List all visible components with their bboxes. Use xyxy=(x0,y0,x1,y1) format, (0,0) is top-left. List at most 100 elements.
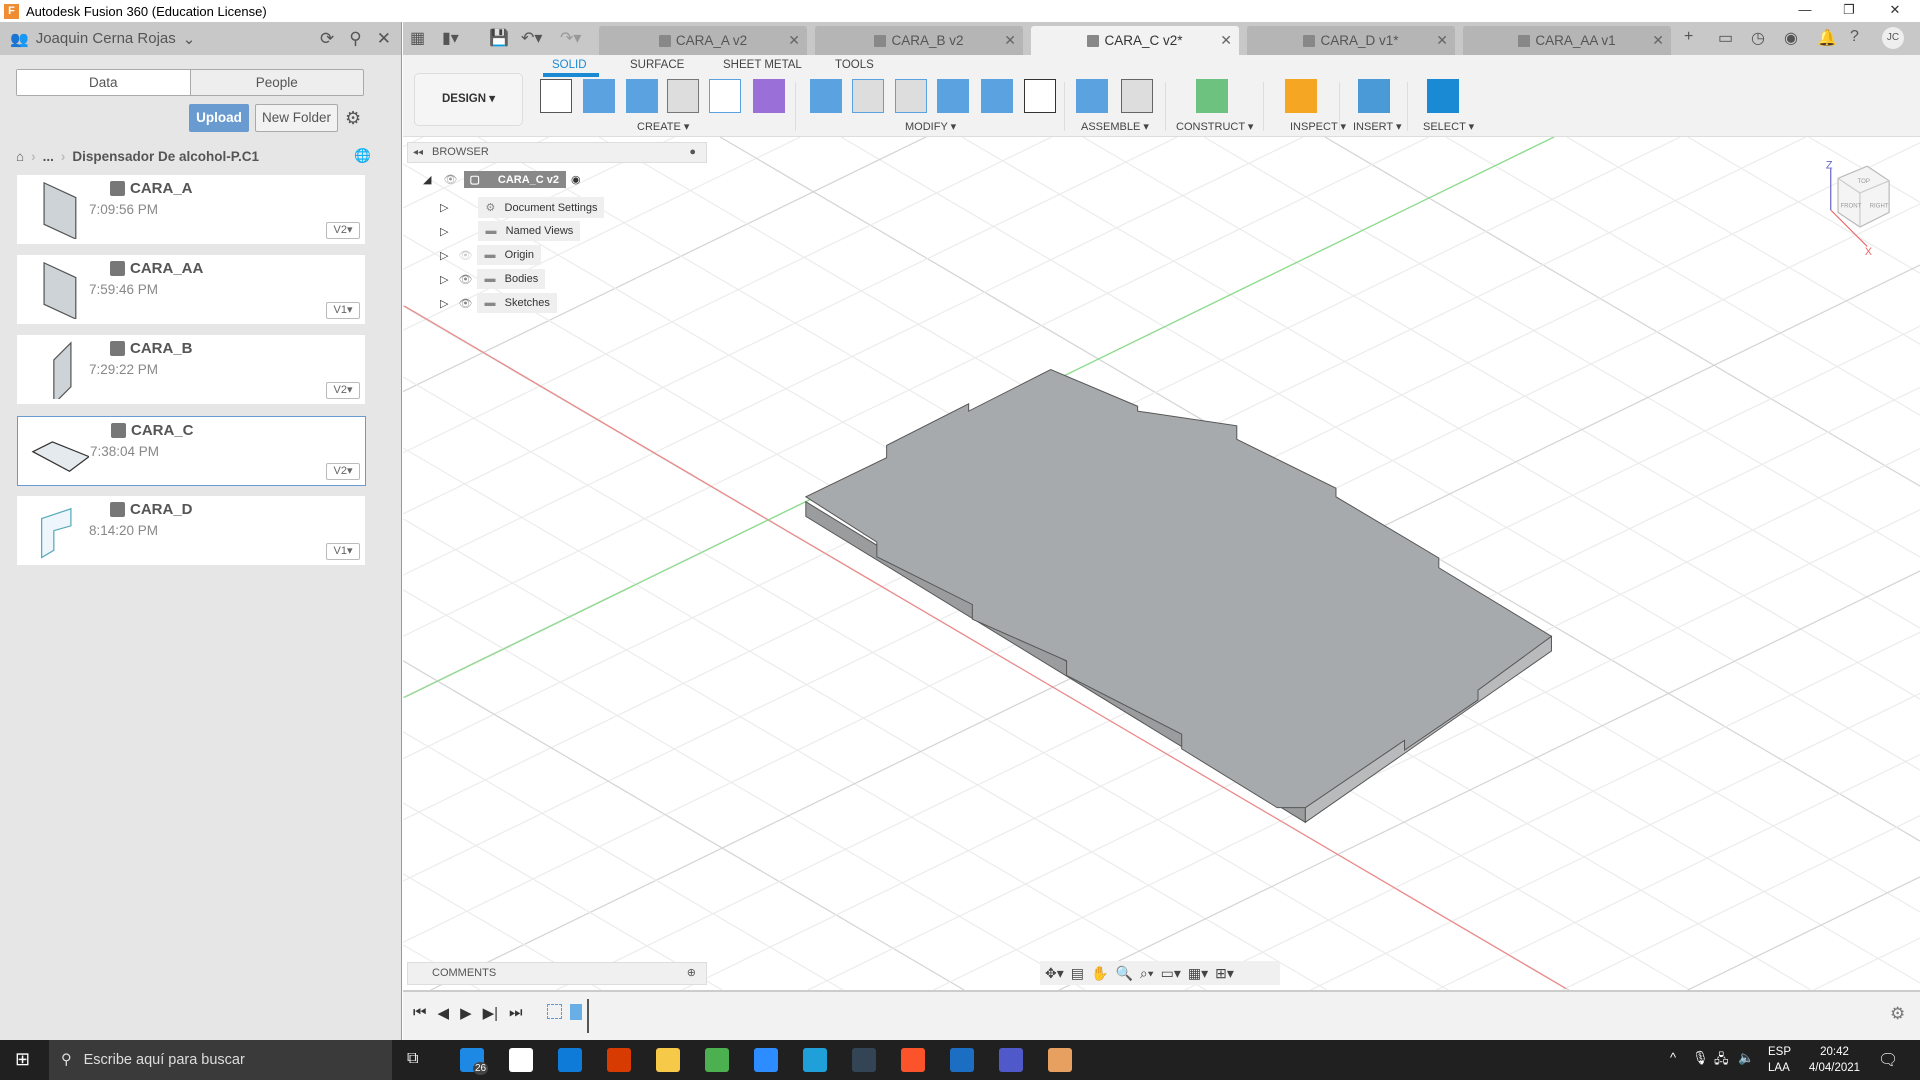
apps-grid-icon[interactable]: ▦ xyxy=(410,28,425,48)
tray-chevron-icon[interactable]: ^ xyxy=(1670,1050,1676,1065)
pan-icon[interactable]: ✋ xyxy=(1091,965,1108,982)
microphone-icon[interactable]: 🎙 xyxy=(1692,1050,1709,1066)
document-tab[interactable]: CARA_B v2 ✕ xyxy=(815,26,1023,55)
close-tab-icon[interactable]: ✕ xyxy=(1436,32,1448,49)
browser-root-node[interactable]: ◢ 👁 ▢ CARA_C v2 ◉ xyxy=(423,171,581,188)
measure-icon[interactable] xyxy=(1285,79,1317,113)
file-menu-icon[interactable]: ▮▾ xyxy=(442,28,459,48)
comments-panel[interactable]: COMMENTS ⊕ xyxy=(407,962,707,985)
close-tab-icon[interactable]: ✕ xyxy=(1004,32,1016,49)
sketch-icon[interactable] xyxy=(540,79,572,113)
mail-icon[interactable] xyxy=(558,1048,582,1072)
add-comment-icon[interactable]: ⊕ xyxy=(687,963,696,984)
fillet-icon[interactable] xyxy=(852,79,884,113)
step-back-icon[interactable]: ◀ xyxy=(438,1004,450,1022)
tab-surface[interactable]: SURFACE xyxy=(630,59,684,71)
inspect-menu[interactable]: INSPECT ▾ xyxy=(1290,120,1346,133)
expand-triangle-icon[interactable]: ▷ xyxy=(440,201,448,214)
file-card[interactable]: CARA_C 7:38:04 PM V2▾ xyxy=(17,415,366,486)
app-icon[interactable] xyxy=(852,1048,876,1072)
pin-icon[interactable]: ● xyxy=(689,143,696,162)
eye-icon[interactable]: 👁 xyxy=(458,249,472,262)
action-center-icon[interactable]: 🗨 xyxy=(1878,1050,1898,1070)
office-icon[interactable] xyxy=(607,1048,631,1072)
task-view-icon[interactable]: ⧉ xyxy=(407,1050,418,1068)
search-icon[interactable]: ⚲ xyxy=(349,29,361,49)
fit-icon[interactable]: ⌕▾ xyxy=(1140,965,1154,982)
version-dropdown[interactable]: V2▾ xyxy=(326,222,360,239)
shell-icon[interactable] xyxy=(895,79,927,113)
taskbar-search[interactable]: ⚲ Escribe aquí para buscar xyxy=(49,1040,392,1080)
replace-face-icon[interactable] xyxy=(981,79,1013,113)
zoom-icon[interactable] xyxy=(754,1048,778,1072)
extensions-icon[interactable]: ◷ xyxy=(1751,28,1765,48)
fusion-360-icon[interactable] xyxy=(1048,1048,1072,1072)
look-at-icon[interactable]: ▤ xyxy=(1071,965,1084,982)
refresh-icon[interactable]: ⟳ xyxy=(320,29,334,49)
combine-icon[interactable] xyxy=(937,79,969,113)
file-card[interactable]: CARA_A 7:09:56 PM V2▾ xyxy=(17,175,365,244)
timeline-settings-icon[interactable]: ⚙ xyxy=(1890,1004,1905,1024)
collapse-icon[interactable]: ◂◂ xyxy=(413,143,423,162)
expand-triangle-icon[interactable]: ▷ xyxy=(440,225,448,238)
expand-triangle-icon[interactable]: ▷ xyxy=(440,249,448,262)
eye-icon[interactable]: 👁 xyxy=(458,297,472,310)
user-dropdown[interactable]: Joaquin Cerna Rojas xyxy=(36,30,176,47)
restore-button[interactable]: ❐ xyxy=(1827,0,1871,22)
extrude-feature-icon[interactable] xyxy=(570,1004,582,1020)
joint-icon[interactable] xyxy=(1121,79,1153,113)
grid-settings-icon[interactable]: ▦▾ xyxy=(1188,965,1208,982)
browser-node[interactable]: ▷ 👁 ▬ Sketches xyxy=(440,293,557,313)
save-icon[interactable]: 💾 xyxy=(489,28,509,48)
browser-panel-header[interactable]: ◂◂ BROWSER ● xyxy=(407,142,707,163)
document-tab[interactable]: CARA_D v1* ✕ xyxy=(1247,26,1455,55)
file-card[interactable]: CARA_B 7:29:22 PM V2▾ xyxy=(17,335,365,405)
close-tab-icon[interactable]: ✕ xyxy=(788,32,800,49)
teams-icon[interactable] xyxy=(999,1048,1023,1072)
new-tab-icon[interactable]: + xyxy=(1684,28,1693,46)
close-tab-icon[interactable]: ✕ xyxy=(1220,32,1232,49)
chevron-down-icon[interactable]: ⌄ xyxy=(183,30,196,48)
photos-icon[interactable] xyxy=(950,1048,974,1072)
play-icon[interactable]: ▶ xyxy=(460,1004,472,1022)
online-icon[interactable]: ◉ xyxy=(1784,28,1798,48)
timeline-marker[interactable] xyxy=(587,999,589,1033)
eye-icon[interactable]: 👁 xyxy=(443,173,457,186)
display-settings-icon[interactable]: ▭▾ xyxy=(1161,965,1181,982)
extrude-icon[interactable] xyxy=(583,79,615,113)
new-component-icon[interactable] xyxy=(1076,79,1108,113)
version-dropdown[interactable]: V2▾ xyxy=(326,462,360,480)
tab-solid[interactable]: SOLID xyxy=(552,59,587,71)
viewports-icon[interactable]: ⊞▾ xyxy=(1215,965,1234,982)
eye-icon[interactable]: 👁 xyxy=(458,273,472,286)
select-icon[interactable] xyxy=(1427,79,1459,113)
tab-tools[interactable]: TOOLS xyxy=(835,59,874,71)
tab-data[interactable]: Data xyxy=(17,70,191,95)
browser-node[interactable]: ▷ 👁 ▬ Origin xyxy=(440,245,541,265)
minimize-button[interactable]: — xyxy=(1783,0,1827,22)
expand-triangle-icon[interactable]: ▷ xyxy=(440,273,448,286)
activate-radio-icon[interactable]: ◉ xyxy=(571,173,581,186)
canvas-scene[interactable] xyxy=(403,137,1920,990)
globe-icon[interactable]: 🌐 xyxy=(354,148,371,164)
network-icon[interactable]: 🖧 xyxy=(1714,1050,1729,1072)
offset-plane-icon[interactable] xyxy=(1196,79,1228,113)
file-card[interactable]: CARA_D 8:14:20 PM V1▾ xyxy=(17,495,365,565)
windows-start-icon[interactable]: ⊞ xyxy=(15,1049,30,1070)
home-icon[interactable]: ⌂ xyxy=(16,149,24,164)
form-icon[interactable] xyxy=(753,79,785,113)
create-menu[interactable]: CREATE ▾ xyxy=(637,120,689,133)
document-tab[interactable]: CARA_C v2* ✕ xyxy=(1031,26,1239,55)
version-dropdown[interactable]: V1▾ xyxy=(326,542,360,560)
file-card[interactable]: CARA_AA 7:59:46 PM V1▾ xyxy=(17,255,365,325)
tab-people[interactable]: People xyxy=(191,70,364,95)
close-tab-icon[interactable]: ✕ xyxy=(1652,32,1664,49)
clock[interactable]: 20:42 4/04/2021 xyxy=(1805,1044,1864,1076)
job-status-icon[interactable]: ▭ xyxy=(1718,28,1733,48)
tab-sheet-metal[interactable]: SHEET METAL xyxy=(723,59,802,71)
workspace-dropdown[interactable]: DESIGN ▾ xyxy=(414,73,523,126)
undo-icon[interactable]: ↶▾ xyxy=(521,28,542,48)
insert-menu[interactable]: INSERT ▾ xyxy=(1353,120,1402,133)
step-forward-icon[interactable]: ▶| xyxy=(483,1004,498,1022)
revolve-icon[interactable] xyxy=(626,79,658,113)
